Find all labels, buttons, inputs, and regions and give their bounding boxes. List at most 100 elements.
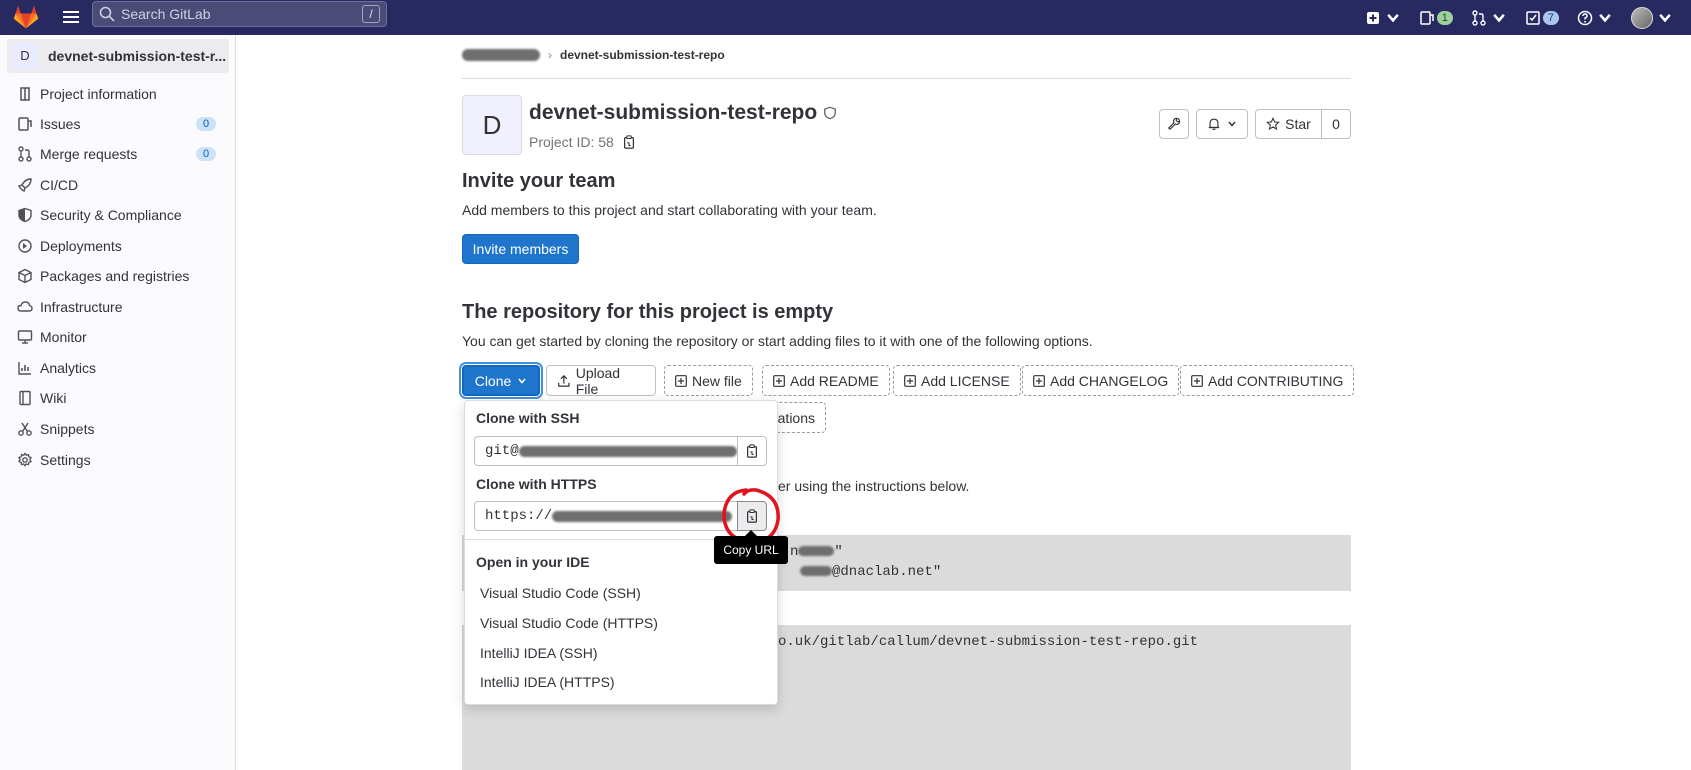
ide-intellij-ssh-item[interactable]: IntelliJ IDEA (SSH) xyxy=(480,645,597,661)
https-url-field[interactable]: https:// xyxy=(474,501,737,531)
invite-text: Add members to this project and start co… xyxy=(462,202,877,218)
add-license-label: Add LICENSE xyxy=(921,372,1010,389)
star-label: Star xyxy=(1285,116,1311,132)
code-line: o.uk/gitlab/callum/devnet-submission-tes… xyxy=(778,634,1199,650)
user-menu-button[interactable] xyxy=(1631,6,1673,29)
sidebar-item-snippets[interactable]: Snippets xyxy=(0,415,236,443)
create-new-button[interactable] xyxy=(1365,10,1401,26)
settings-button[interactable] xyxy=(1159,109,1189,139)
menu-icon[interactable] xyxy=(62,8,80,26)
sidebar-item-label: Security & Compliance xyxy=(40,207,182,223)
todo-icon xyxy=(1526,10,1540,25)
ide-vscode-ssh-item[interactable]: Visual Studio Code (SSH) xyxy=(480,585,641,601)
sidebar-item-label: Merge requests xyxy=(40,146,138,162)
merge-requests-count-badge: 0 xyxy=(196,147,216,161)
sidebar: D devnet-submission-test-r... Project in… xyxy=(0,35,236,770)
add-license-button[interactable]: Add LICENSE xyxy=(893,365,1021,396)
breadcrumb-current[interactable]: devnet-submission-test-repo xyxy=(560,48,725,62)
empty-repo-text: You can get started by cloning the repos… xyxy=(462,333,1093,349)
sidebar-project-name: devnet-submission-test-r... xyxy=(48,48,227,64)
empty-repo-heading: The repository for this project is empty xyxy=(462,301,834,323)
copy-icon xyxy=(747,444,757,458)
sidebar-item-label: Project information xyxy=(40,86,157,102)
issues-icon xyxy=(18,117,32,131)
clone-button[interactable]: Clone xyxy=(462,365,540,396)
add-changelog-label: Add CHANGELOG xyxy=(1050,372,1169,389)
sidebar-item-merge-requests[interactable]: Merge requests 0 xyxy=(0,140,236,168)
issues-count-badge: 0 xyxy=(196,117,216,131)
notifications-button[interactable] xyxy=(1196,109,1248,139)
sidebar-item-label: Analytics xyxy=(40,360,97,376)
plus-square-icon xyxy=(1033,374,1045,387)
star-icon xyxy=(1266,117,1281,131)
invite-members-button[interactable]: Invite members xyxy=(462,234,579,264)
ide-intellij-https-item[interactable]: IntelliJ IDEA (HTTPS) xyxy=(480,674,615,690)
plus-square-icon xyxy=(904,374,916,387)
add-readme-label: Add README xyxy=(790,372,879,389)
merge-request-icon xyxy=(18,146,32,162)
upload-file-button[interactable]: Upload File xyxy=(546,365,656,397)
upload-icon xyxy=(558,374,570,387)
issues-nav-button[interactable]: 1 xyxy=(1419,10,1453,26)
search-shortcut: / xyxy=(362,5,380,23)
help-button[interactable] xyxy=(1577,10,1613,26)
sidebar-item-monitor[interactable]: Monitor xyxy=(0,323,236,351)
search-input[interactable]: Search GitLab / xyxy=(92,1,387,27)
project-id: Project ID: 58 xyxy=(529,134,636,150)
sidebar-project-header[interactable]: D devnet-submission-test-r... xyxy=(7,39,229,73)
shield-icon xyxy=(824,106,837,120)
gitlab-logo-icon[interactable] xyxy=(12,3,40,31)
snippet-icon xyxy=(18,422,32,436)
star-button[interactable]: Star xyxy=(1255,109,1322,139)
breadcrumb-separator: › xyxy=(548,48,552,62)
sidebar-item-issues[interactable]: Issues 0 xyxy=(0,110,236,138)
star-count-button[interactable]: 0 xyxy=(1321,109,1351,139)
code-line: @dnaclab.net" xyxy=(800,564,941,580)
new-file-button[interactable]: New file xyxy=(664,365,753,396)
project-avatar: D xyxy=(12,43,38,69)
star-count: 0 xyxy=(1332,116,1340,132)
book-icon xyxy=(19,390,31,406)
bell-icon xyxy=(1208,118,1220,131)
search-placeholder: Search GitLab xyxy=(121,6,211,22)
ide-vscode-https-item[interactable]: Visual Studio Code (HTTPS) xyxy=(480,615,658,631)
project-icon xyxy=(20,87,30,101)
avatar xyxy=(1631,6,1653,29)
add-readme-button[interactable]: Add README xyxy=(762,365,890,396)
chevron-down-icon xyxy=(518,377,526,384)
sidebar-item-settings[interactable]: Settings xyxy=(0,446,236,474)
clone-https-heading: Clone with HTTPS xyxy=(476,476,597,492)
copy-ssh-url-button[interactable] xyxy=(737,436,767,466)
sidebar-item-project-information[interactable]: Project information xyxy=(0,80,236,108)
merge-requests-nav-button[interactable] xyxy=(1471,9,1507,26)
sidebar-item-security[interactable]: Security & Compliance xyxy=(0,201,236,229)
sidebar-item-packages[interactable]: Packages and registries xyxy=(0,262,236,290)
sidebar-item-label: CI/CD xyxy=(40,177,79,193)
sidebar-item-wiki[interactable]: Wiki xyxy=(0,384,236,412)
add-changelog-button[interactable]: Add CHANGELOG xyxy=(1022,365,1180,396)
shield-icon xyxy=(18,207,32,223)
invite-heading: Invite your team xyxy=(462,170,616,192)
sidebar-item-deployments[interactable]: Deployments xyxy=(0,232,236,260)
breadcrumb-redacted[interactable] xyxy=(462,49,540,61)
code-line: n " xyxy=(790,544,843,560)
sidebar-item-label: Monitor xyxy=(40,329,87,345)
plus-square-icon xyxy=(675,374,687,387)
todos-nav-button[interactable]: 7 xyxy=(1525,10,1559,26)
sidebar-item-label: Infrastructure xyxy=(40,299,123,315)
open-in-ide-heading: Open in your IDE xyxy=(476,554,590,570)
sidebar-item-label: Wiki xyxy=(40,390,67,406)
copy-icon[interactable] xyxy=(622,135,636,149)
sidebar-item-cicd[interactable]: CI/CD xyxy=(0,171,236,199)
merge-requests-count-badge: 1 xyxy=(1436,10,1453,25)
divider xyxy=(462,78,1351,79)
monitor-icon xyxy=(17,330,33,344)
breadcrumb: › devnet-submission-test-repo xyxy=(462,48,725,62)
top-navbar: Search GitLab / 1 7 xyxy=(0,0,1691,35)
ssh-url-field[interactable]: git@ xyxy=(474,436,737,466)
add-contributing-button[interactable]: Add CONTRIBUTING xyxy=(1180,365,1355,396)
sidebar-item-infrastructure[interactable]: Infrastructure xyxy=(0,293,236,321)
issues-icon xyxy=(1420,10,1434,25)
merge-request-icon xyxy=(1472,9,1486,26)
sidebar-item-analytics[interactable]: Analytics xyxy=(0,354,236,382)
